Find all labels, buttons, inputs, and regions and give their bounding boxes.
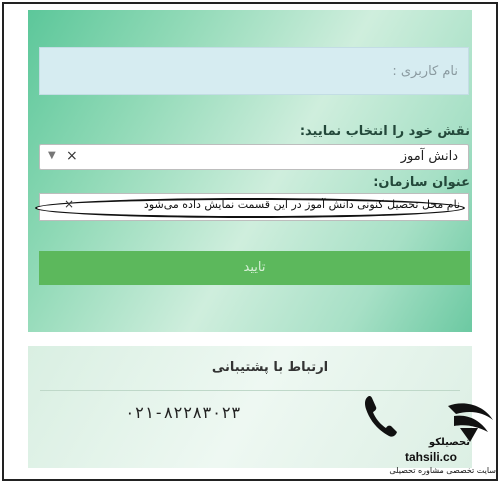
support-phone-number: ۰۲۱-۸۲۲۸۳۰۲۳	[125, 403, 241, 422]
organization-field[interactable]: نام محل تحصیل کنونی دانش آموز در این قسم…	[35, 193, 469, 221]
logo-name: تحصیلکو	[428, 437, 470, 448]
support-title: ارتباط با پشتیبانی	[211, 360, 329, 375]
chevron-down-icon[interactable]: ▼	[48, 150, 56, 161]
clear-icon[interactable]: ×	[64, 197, 74, 211]
organization-value: نام محل تحصیل کنونی دانش آموز در این قسم…	[143, 198, 460, 211]
organization-label: عنوان سازمان:	[373, 175, 470, 190]
logo-url: tahsili.co	[405, 450, 458, 464]
clear-icon[interactable]: ×	[66, 148, 78, 164]
submit-button[interactable]: تایید	[39, 251, 470, 285]
username-input[interactable]: نام کاربری :	[39, 47, 469, 95]
divider	[40, 390, 460, 391]
role-selected-value: دانش آموز	[400, 149, 458, 164]
logo-tagline: سایت تخصصی مشاوره تحصیلی	[389, 466, 496, 475]
role-select[interactable]: دانش آموز × ▼	[39, 144, 469, 170]
phone-icon	[365, 396, 397, 437]
role-label: نقش خود را انتخاب نمایید:	[299, 124, 470, 139]
